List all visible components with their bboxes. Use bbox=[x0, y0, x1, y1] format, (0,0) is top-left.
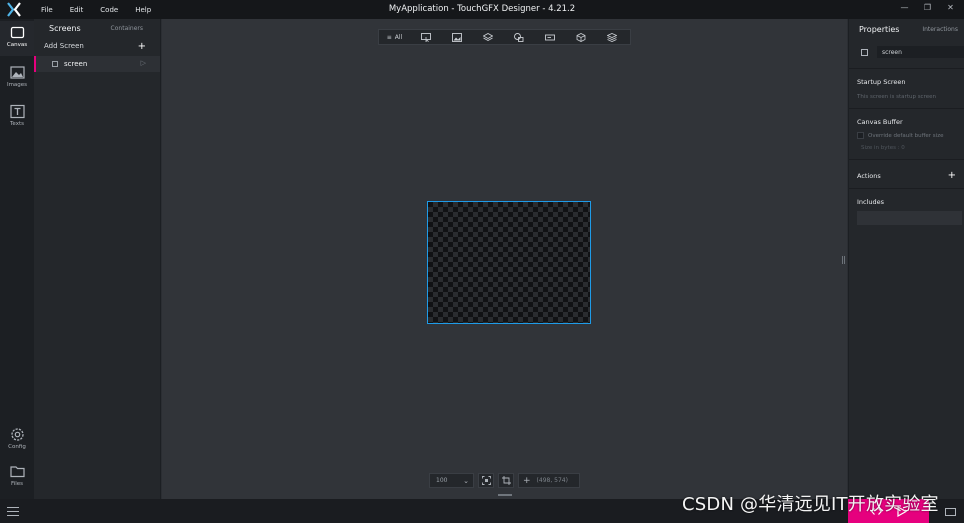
filter-all-label: All bbox=[394, 33, 403, 41]
screen-list-item[interactable]: screen ▷ bbox=[34, 56, 160, 72]
coordinates-value: (498, 574) bbox=[536, 477, 568, 484]
rail-canvas[interactable]: Canvas bbox=[0, 21, 34, 56]
filter-interaction-button[interactable] bbox=[410, 30, 441, 44]
filter-misc-button[interactable] bbox=[596, 30, 627, 44]
override-buffer-checkbox[interactable]: Override default buffer size bbox=[849, 132, 964, 139]
properties-panel: Properties Interactions screen Startup S… bbox=[848, 19, 964, 499]
textfield-icon bbox=[544, 34, 555, 40]
widget-filter-toolbar: ≡ All bbox=[378, 29, 631, 45]
close-icon[interactable]: ✕ bbox=[945, 3, 956, 12]
buffer-size-label: Size in bytes : 0 bbox=[861, 145, 905, 151]
image-icon bbox=[9, 66, 25, 79]
touchgfx-logo-icon bbox=[7, 2, 21, 17]
rail-config-label: Config bbox=[8, 444, 26, 450]
restore-icon[interactable]: ❐ bbox=[922, 3, 933, 12]
window-controls: — ❐ ✕ bbox=[899, 3, 956, 12]
crosshair-icon: + bbox=[523, 475, 531, 486]
screens-panel-header: Screens Containers bbox=[34, 19, 160, 38]
bottom-resize-handle[interactable] bbox=[498, 494, 512, 496]
canvas-area: ≡ All 100 ⌄ + (498, 574) bbox=[162, 19, 847, 499]
rail-images[interactable]: Images bbox=[0, 61, 34, 96]
tab-interactions[interactable]: Interactions bbox=[922, 26, 958, 33]
divider bbox=[849, 68, 964, 69]
startup-screen-heading: Startup Screen bbox=[857, 78, 906, 86]
crop-icon bbox=[501, 476, 511, 485]
filter-3d-button[interactable] bbox=[565, 30, 596, 44]
menu-bar: File Edit Code Help bbox=[41, 0, 168, 19]
filter-text-button[interactable] bbox=[534, 30, 565, 44]
zoom-select[interactable]: 100 ⌄ bbox=[429, 473, 474, 488]
left-nav-rail: Canvas Images Texts Config Files bbox=[0, 19, 34, 499]
window-icon[interactable] bbox=[945, 508, 956, 516]
minimize-icon[interactable]: — bbox=[899, 3, 910, 12]
tab-containers[interactable]: Containers bbox=[111, 25, 143, 32]
rail-canvas-label: Canvas bbox=[6, 42, 28, 48]
title-bar: File Edit Code Help MyApplication - Touc… bbox=[0, 0, 964, 19]
add-screen-button[interactable]: Add Screen + bbox=[34, 38, 160, 54]
rail-texts[interactable]: Texts bbox=[0, 100, 34, 135]
fit-icon bbox=[481, 476, 491, 485]
panel-resize-handle[interactable] bbox=[842, 256, 845, 264]
rail-config[interactable]: Config bbox=[0, 423, 34, 458]
includes-heading: Includes bbox=[857, 198, 885, 206]
text-icon bbox=[9, 104, 25, 119]
menu-help[interactable]: Help bbox=[135, 6, 151, 14]
play-icon[interactable]: ▷ bbox=[141, 59, 146, 67]
tab-properties[interactable]: Properties bbox=[859, 25, 899, 34]
actions-row: Actions + bbox=[849, 171, 964, 181]
crop-button[interactable] bbox=[498, 473, 514, 488]
pointer-screen-icon bbox=[420, 32, 431, 42]
screen-icon bbox=[52, 61, 58, 67]
image-icon bbox=[451, 32, 462, 42]
zoom-value: 100 bbox=[436, 477, 448, 484]
actions-heading: Actions bbox=[857, 172, 881, 180]
stack-icon bbox=[606, 32, 617, 42]
filter-all-button[interactable]: ≡ All bbox=[379, 30, 410, 44]
rail-texts-label: Texts bbox=[10, 121, 24, 127]
divider bbox=[849, 188, 964, 189]
layers-icon bbox=[482, 32, 493, 41]
chevron-down-icon: ⌄ bbox=[463, 476, 469, 485]
filter-shapes-button[interactable] bbox=[503, 30, 534, 44]
screens-panel: Screens Containers Add Screen + screen ▷ bbox=[34, 19, 161, 499]
divider bbox=[849, 108, 964, 109]
shapes-icon bbox=[513, 32, 523, 42]
tab-screens[interactable]: Screens bbox=[49, 24, 81, 33]
screen-name-row: screen bbox=[849, 44, 964, 60]
screen-name-input[interactable]: screen bbox=[876, 46, 964, 58]
includes-field[interactable] bbox=[857, 211, 962, 225]
canvas-buffer-heading: Canvas Buffer bbox=[857, 118, 903, 126]
filter-containers-button[interactable] bbox=[472, 30, 503, 44]
startup-screen-text: This screen is startup screen bbox=[857, 94, 936, 100]
screen-item-label: screen bbox=[64, 60, 88, 68]
menu-edit[interactable]: Edit bbox=[70, 6, 84, 14]
canvas-bottom-toolbar: 100 ⌄ + (498, 574) bbox=[429, 473, 580, 489]
add-screen-label: Add Screen bbox=[44, 42, 84, 50]
properties-header: Properties Interactions bbox=[849, 19, 964, 39]
checkbox-box[interactable] bbox=[857, 132, 864, 139]
plus-icon[interactable]: + bbox=[138, 41, 146, 52]
fit-to-screen-button[interactable] bbox=[478, 473, 494, 488]
filter-images-button[interactable] bbox=[441, 30, 472, 44]
canvas-icon bbox=[10, 26, 24, 39]
cursor-coordinates: + (498, 574) bbox=[518, 473, 580, 488]
cube-icon bbox=[576, 32, 585, 42]
gear-icon bbox=[10, 428, 24, 441]
folder-icon bbox=[9, 466, 25, 478]
rail-files-label: Files bbox=[10, 481, 24, 487]
add-action-button[interactable]: + bbox=[948, 171, 956, 181]
list-icon: ≡ bbox=[386, 33, 392, 41]
screen-icon bbox=[861, 48, 868, 56]
hamburger-menu-icon[interactable] bbox=[7, 507, 19, 519]
menu-file[interactable]: File bbox=[41, 6, 53, 14]
rail-files[interactable]: Files bbox=[0, 460, 34, 495]
divider bbox=[849, 159, 964, 160]
rail-images-label: Images bbox=[6, 82, 28, 88]
override-buffer-label: Override default buffer size bbox=[868, 132, 944, 139]
menu-code[interactable]: Code bbox=[100, 6, 118, 14]
csdn-watermark: CSDN @华清远见IT开放实验室 bbox=[682, 494, 939, 515]
screen-canvas[interactable] bbox=[427, 201, 591, 324]
